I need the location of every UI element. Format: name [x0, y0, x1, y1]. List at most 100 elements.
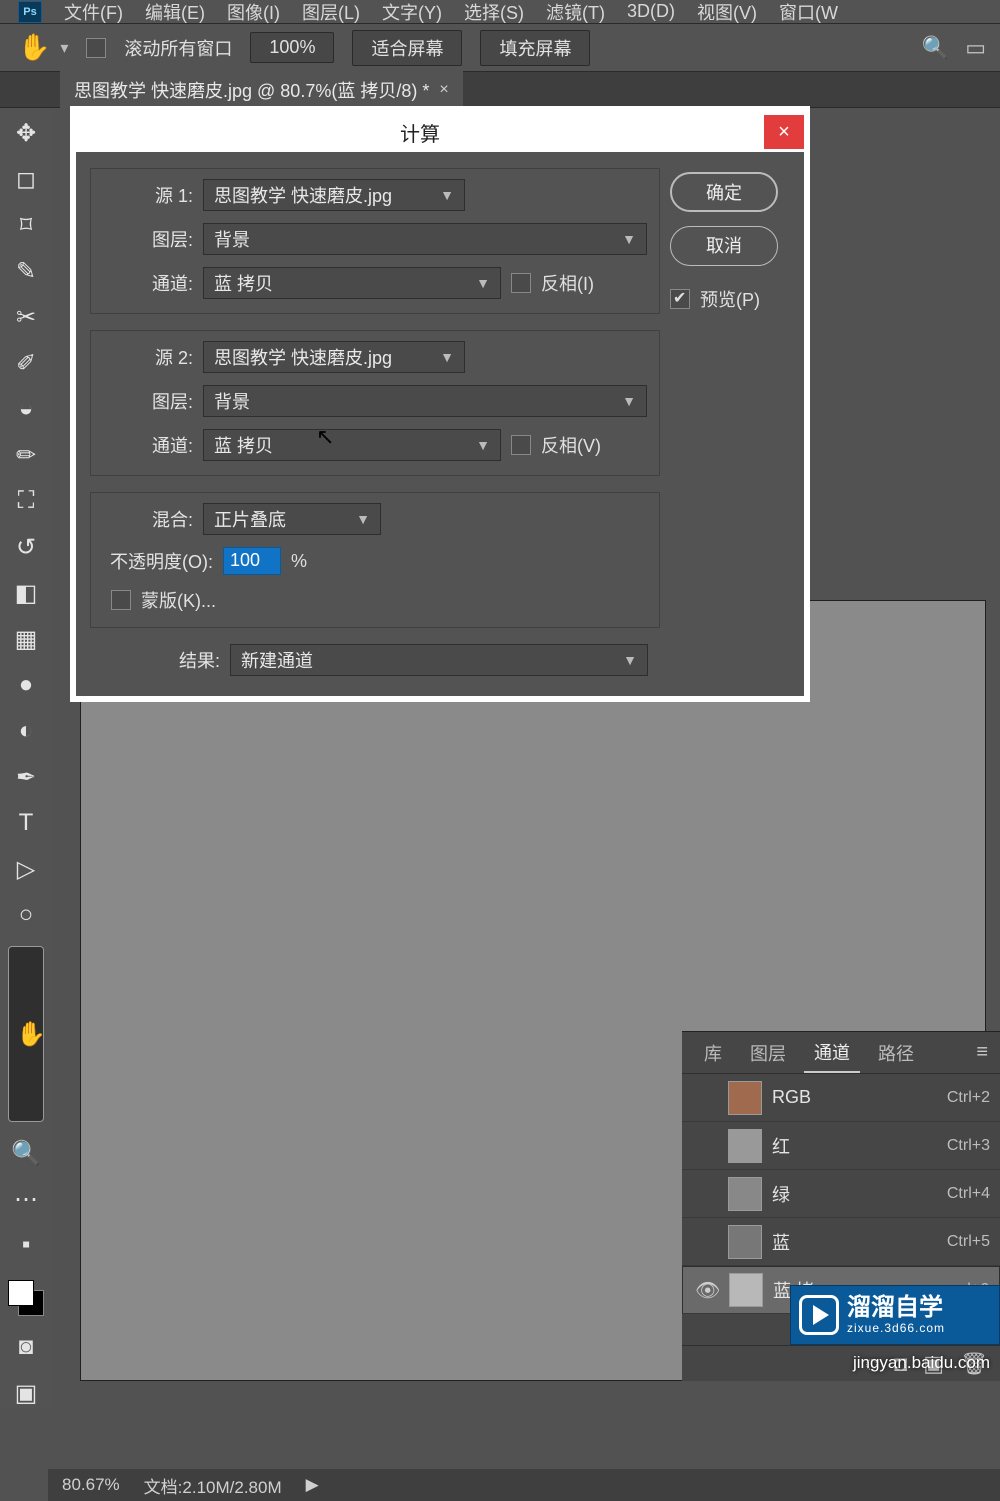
menu-file[interactable]: 文件(F) [64, 0, 123, 25]
crop-tool[interactable]: ✂ [8, 302, 44, 332]
source1-invert-label: 反相(I) [541, 270, 594, 296]
source1-invert-checkbox[interactable] [511, 273, 531, 293]
fit-screen-button[interactable]: 适合屏幕 [352, 30, 462, 66]
hand-tool-icon: ✋ [18, 32, 50, 63]
pen-tool[interactable]: ✒ [8, 762, 44, 792]
tab-paths[interactable]: 路径 [868, 1034, 924, 1072]
source2-layer-label: 图层: [103, 388, 193, 414]
source1-file-select[interactable]: 思图教学 快速磨皮.jpg▼ [203, 179, 465, 211]
calculations-dialog: 计算 × 源 1: 思图教学 快速磨皮.jpg▼ 图层: 背景▼ [70, 106, 810, 702]
result-label: 结果: [102, 647, 220, 673]
channel-name: 绿 [772, 1181, 937, 1207]
source1-channel-select[interactable]: 蓝 拷贝▼ [203, 267, 501, 299]
blend-group: 混合: 正片叠底▼ 不透明度(O): 100 % 蒙版(K)... [90, 492, 660, 628]
opacity-input[interactable]: 100 [223, 547, 281, 575]
lasso-tool[interactable]: ⌑ [8, 210, 44, 240]
eraser-tool[interactable]: ◧ [8, 578, 44, 608]
chevron-down-icon: ▼ [622, 231, 646, 247]
source2-layer-select[interactable]: 背景▼ [203, 385, 647, 417]
tool-preset-dropdown[interactable]: ▾ [60, 38, 68, 58]
tab-layers[interactable]: 图层 [740, 1034, 796, 1072]
hand-tool[interactable]: ✋ [8, 946, 44, 1122]
more-tools[interactable]: ⋯ [8, 1184, 44, 1214]
source1-group: 源 1: 思图教学 快速磨皮.jpg▼ 图层: 背景▼ 通道: 蓝 拷贝▼ [90, 168, 660, 314]
blur-tool[interactable]: ● [8, 670, 44, 700]
channel-row[interactable]: RGBCtrl+2 [682, 1074, 1000, 1122]
panel-menu-icon[interactable]: ≡ [976, 1041, 988, 1064]
path-select-tool[interactable]: ▷ [8, 854, 44, 884]
tab-library[interactable]: 库 [694, 1034, 732, 1072]
dialog-titlebar[interactable]: 计算 × [76, 112, 804, 152]
dodge-tool[interactable]: ◐ [8, 716, 44, 746]
chevron-down-icon: ▼ [440, 349, 464, 365]
move-tool[interactable]: ✥ [8, 118, 44, 148]
screen-mode-icon[interactable]: ▣ [8, 1378, 44, 1408]
workspace-icon[interactable]: ▭ [965, 35, 986, 61]
zoom-100-button[interactable]: 100% [250, 32, 334, 63]
status-arrow-icon[interactable]: ▶ [306, 1475, 319, 1495]
fill-screen-button[interactable]: 填充屏幕 [480, 30, 590, 66]
status-zoom[interactable]: 80.67% [62, 1475, 120, 1495]
scroll-all-label: 滚动所有窗口 [124, 35, 232, 61]
blend-mode-select[interactable]: 正片叠底 ▼ [203, 503, 381, 535]
menu-edit[interactable]: 编辑(E) [145, 0, 205, 25]
quick-mask-icon[interactable]: ◙ [8, 1332, 44, 1362]
shape-tool[interactable]: ○ [8, 900, 44, 930]
visibility-icon[interactable]: 👁 [695, 1278, 719, 1303]
options-bar: ✋ ▾ 滚动所有窗口 100% 适合屏幕 填充屏幕 🔍 ▭ [0, 24, 1000, 72]
source2-file-select[interactable]: 思图教学 快速磨皮.jpg▼ [203, 341, 465, 373]
mask-checkbox[interactable] [111, 590, 131, 610]
menu-view[interactable]: 视图(V) [697, 0, 757, 25]
source1-layer-value: 背景 [214, 226, 250, 252]
source2-invert-checkbox[interactable] [511, 435, 531, 455]
opacity-label: 不透明度(O): [103, 548, 213, 574]
history-brush-tool[interactable]: ↺ [8, 532, 44, 562]
brush-tool[interactable]: ✏ [8, 440, 44, 470]
zoom-tool[interactable]: 🔍 [8, 1138, 44, 1168]
type-tool[interactable]: T [8, 808, 44, 838]
eyedropper-tool[interactable]: ✐ [8, 348, 44, 378]
document-tabs: 思图教学 快速磨皮.jpg @ 80.7%(蓝 拷贝/8) * × [0, 72, 1000, 108]
channel-thumbnail [728, 1177, 762, 1211]
menu-type[interactable]: 文字(Y) [382, 0, 442, 25]
source2-channel-select[interactable]: 蓝 拷贝▼ [203, 429, 501, 461]
status-doc[interactable]: 文档:2.10M/2.80M [144, 1473, 282, 1498]
close-dialog-button[interactable]: × [764, 115, 804, 149]
stamp-tool[interactable]: ⛶ [8, 486, 44, 516]
source1-label: 源 1: [103, 182, 193, 208]
menu-select[interactable]: 选择(S) [464, 0, 524, 25]
menu-window[interactable]: 窗口(W [779, 0, 838, 25]
document-tab[interactable]: 思图教学 快速磨皮.jpg @ 80.7%(蓝 拷贝/8) * × [60, 71, 463, 109]
menu-filter[interactable]: 滤镜(T) [546, 0, 605, 25]
menu-layer[interactable]: 图层(L) [302, 0, 360, 25]
preview-checkbox[interactable] [670, 289, 690, 309]
close-tab-icon[interactable]: × [439, 81, 448, 99]
edit-toolbar[interactable]: ▪ [8, 1230, 44, 1260]
percent-label: % [291, 551, 307, 572]
channel-shortcut: Ctrl+5 [947, 1233, 990, 1251]
blend-mode-value: 正片叠底 [214, 506, 286, 532]
marquee-tool[interactable]: ◻ [8, 164, 44, 194]
gradient-tool[interactable]: ▦ [8, 624, 44, 654]
source1-file-value: 思图教学 快速磨皮.jpg [214, 182, 392, 208]
channel-thumbnail [728, 1081, 762, 1115]
channel-row[interactable]: 蓝Ctrl+5 [682, 1218, 1000, 1266]
menu-image[interactable]: 图像(I) [227, 0, 280, 25]
channel-row[interactable]: 红Ctrl+3 [682, 1122, 1000, 1170]
watermark-url: jingyan.baidu.com [853, 1353, 990, 1373]
tab-channels[interactable]: 通道 [804, 1033, 860, 1073]
source1-layer-select[interactable]: 背景 ▼ [203, 223, 647, 255]
chevron-down-icon: ▼ [356, 511, 380, 527]
ok-button[interactable]: 确定 [670, 172, 778, 212]
scroll-all-checkbox[interactable] [86, 38, 106, 58]
foreground-swatch[interactable] [8, 1280, 34, 1306]
menu-3d[interactable]: 3D(D) [627, 1, 675, 22]
channel-row[interactable]: 绿Ctrl+4 [682, 1170, 1000, 1218]
search-icon[interactable]: 🔍 [922, 35, 949, 61]
healing-tool[interactable]: ◒ [8, 394, 44, 424]
result-select[interactable]: 新建通道▼ [230, 644, 648, 676]
quick-select-tool[interactable]: ✎ [8, 256, 44, 286]
cancel-button[interactable]: 取消 [670, 226, 778, 266]
color-swatches[interactable] [8, 1280, 44, 1316]
source2-layer-value: 背景 [214, 388, 250, 414]
